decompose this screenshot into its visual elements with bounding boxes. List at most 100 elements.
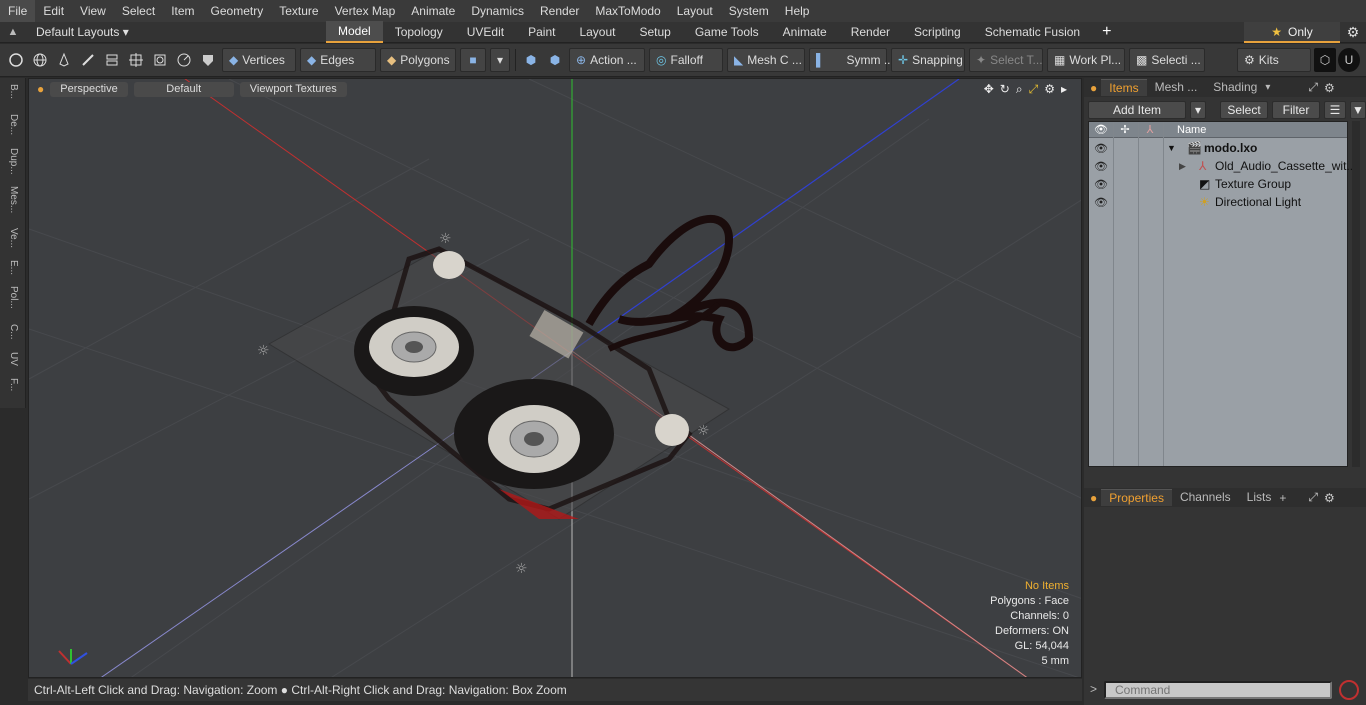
select-through-button[interactable]: ✦ Select T...	[969, 48, 1043, 72]
add-item-button[interactable]: Add Item	[1088, 101, 1186, 119]
left-tab-uv[interactable]: UV	[4, 352, 22, 366]
filter-button[interactable]: Filter	[1272, 101, 1320, 119]
snap-element-icon[interactable]: ⬢	[520, 48, 542, 72]
rotate-icon[interactable]: ↻	[1000, 82, 1010, 97]
layout-expand-icon[interactable]: ▲	[0, 22, 26, 43]
filter-funnel-icon[interactable]: ▼	[1350, 101, 1366, 119]
viewport-textures-dropdown[interactable]: Viewport Textures	[239, 81, 347, 97]
pan-icon[interactable]: ✥	[984, 82, 994, 97]
tab-properties[interactable]: Properties	[1101, 489, 1172, 506]
tab-setup[interactable]: Setup	[627, 22, 682, 42]
menu-geometry[interactable]: Geometry	[203, 0, 272, 22]
menu-layout[interactable]: Layout	[669, 0, 721, 22]
expand-arrow-icon[interactable]: ▶	[1179, 161, 1186, 172]
align-icon[interactable]	[101, 48, 123, 72]
tree-row-mesh[interactable]: 👁 ▶ ⅄ Old_Audio_Cassette_wit...	[1089, 157, 1356, 175]
globe-icon[interactable]	[29, 48, 51, 72]
menu-system[interactable]: System	[721, 0, 777, 22]
left-tab-duplicate[interactable]: Dup...	[4, 148, 22, 175]
symmetry-button[interactable]: ▌ Symm ...	[809, 48, 894, 72]
expand-panel-icon[interactable]: ⤢	[1308, 490, 1318, 505]
eye-icon[interactable]: 👁	[1092, 196, 1110, 209]
mode-dropdown[interactable]: ▾	[490, 48, 510, 72]
dial-icon[interactable]	[173, 48, 195, 72]
zoom-icon[interactable]: ⌕	[1016, 82, 1023, 97]
transform-icon[interactable]	[125, 48, 147, 72]
kits-button[interactable]: ⚙ Kits	[1237, 48, 1311, 72]
snapping-button[interactable]: ✛ Snapping	[891, 48, 965, 72]
menu-texture[interactable]: Texture	[271, 0, 326, 22]
square-icon[interactable]	[149, 48, 171, 72]
add-item-dropdown[interactable]: ▾	[1190, 101, 1206, 119]
menu-maxtomodo[interactable]: MaxToModo	[587, 0, 668, 22]
shading-dropdown[interactable]: Default	[133, 81, 234, 97]
menu-help[interactable]: Help	[777, 0, 818, 22]
tab-lists[interactable]: Lists	[1239, 489, 1280, 506]
left-tab-curve[interactable]: C...	[4, 324, 22, 340]
unreal-icon[interactable]: U	[1338, 48, 1360, 72]
add-tab-icon[interactable]: +	[1092, 23, 1121, 41]
unity-icon[interactable]: ⬡	[1314, 48, 1336, 72]
list-options-icon[interactable]: ☰	[1324, 101, 1346, 119]
left-tab-mesh-edit[interactable]: Mes...	[4, 186, 22, 213]
panel-gear-icon[interactable]: ⚙	[1324, 81, 1335, 95]
tab-uvedit[interactable]: UVEdit	[455, 22, 516, 42]
command-input[interactable]	[1104, 681, 1332, 699]
tab-topology[interactable]: Topology	[383, 22, 455, 42]
tab-game-tools[interactable]: Game Tools	[683, 22, 771, 42]
viewport-expand-icon[interactable]: ▸	[1061, 82, 1067, 97]
circle-select-icon[interactable]	[5, 48, 27, 72]
left-tab-basic[interactable]: B...	[4, 84, 22, 99]
menu-file[interactable]: File	[0, 0, 36, 22]
menu-render[interactable]: Render	[532, 0, 587, 22]
falloff-button[interactable]: ◎ Falloff	[649, 48, 723, 72]
menu-view[interactable]: View	[72, 0, 114, 22]
view-type-dropdown[interactable]: Perspective	[50, 81, 128, 97]
tab-model[interactable]: Model	[326, 21, 383, 43]
fit-icon[interactable]: ⤢	[1029, 82, 1039, 97]
work-plane-button[interactable]: ▦ Work Pl...	[1047, 48, 1125, 72]
selection-sets-button[interactable]: ▩ Selecti ...	[1129, 48, 1205, 72]
3d-viewport[interactable]: ☼ ☼ ☼ ☼ ● Perspective Default Viewport T…	[28, 78, 1082, 678]
only-button[interactable]: ★ Only	[1244, 22, 1340, 43]
add-tab-icon[interactable]: +	[1279, 491, 1286, 505]
tab-animate[interactable]: Animate	[771, 22, 839, 42]
menu-edit[interactable]: Edit	[35, 0, 72, 22]
viewport-menu-dot[interactable]: ●	[37, 82, 44, 96]
panel-gear-icon[interactable]: ⚙	[1324, 491, 1335, 505]
eye-icon[interactable]: 👁	[1092, 178, 1110, 191]
mesh-constraints-button[interactable]: ◣ Mesh C ...	[727, 48, 805, 72]
tab-render[interactable]: Render	[839, 22, 902, 42]
select-button[interactable]: Select	[1220, 101, 1268, 119]
tab-schematic-fusion[interactable]: Schematic Fusion	[973, 22, 1092, 42]
symmetry-element-icon[interactable]: ⬢	[544, 48, 566, 72]
tab-paint[interactable]: Paint	[516, 22, 567, 42]
items-mode-button[interactable]: ■	[460, 48, 486, 72]
menu-vertex-map[interactable]: Vertex Map	[327, 0, 404, 22]
tab-scripting[interactable]: Scripting	[902, 22, 973, 42]
tree-row-texture-group[interactable]: 👁 ◩ Texture Group	[1089, 175, 1347, 193]
menu-select[interactable]: Select	[114, 0, 163, 22]
left-tab-vertex[interactable]: Ve...	[4, 228, 22, 248]
tree-row-scene[interactable]: 👁 ▼ 🎬 modo.lxo	[1089, 139, 1347, 157]
tree-scrollbar[interactable]	[1352, 121, 1360, 467]
menu-dynamics[interactable]: Dynamics	[463, 0, 532, 22]
shield-icon[interactable]	[197, 48, 219, 72]
left-tab-fusion[interactable]: F...	[4, 378, 22, 391]
chevron-down-icon[interactable]: ▾	[1265, 82, 1270, 93]
left-tab-edge[interactable]: E...	[4, 260, 22, 275]
tab-mesh[interactable]: Mesh ...	[1147, 79, 1206, 96]
edges-button[interactable]: ◆ Edges	[300, 48, 376, 72]
menu-item[interactable]: Item	[163, 0, 202, 22]
gear-icon[interactable]: ⚙	[1340, 22, 1366, 43]
tab-items[interactable]: Items	[1101, 79, 1147, 96]
left-tab-deform[interactable]: De...	[4, 114, 22, 135]
tab-channels[interactable]: Channels	[1172, 489, 1239, 506]
eye-icon[interactable]: 👁	[1092, 160, 1110, 173]
polygons-button[interactable]: ◆ Polygons	[380, 48, 456, 72]
brush-icon[interactable]	[77, 48, 99, 72]
eye-icon[interactable]: 👁	[1092, 142, 1110, 155]
tab-layout[interactable]: Layout	[567, 22, 627, 42]
expand-arrow-icon[interactable]: ▼	[1167, 143, 1176, 153]
tree-row-light[interactable]: 👁 ☀ Directional Light	[1089, 193, 1347, 211]
